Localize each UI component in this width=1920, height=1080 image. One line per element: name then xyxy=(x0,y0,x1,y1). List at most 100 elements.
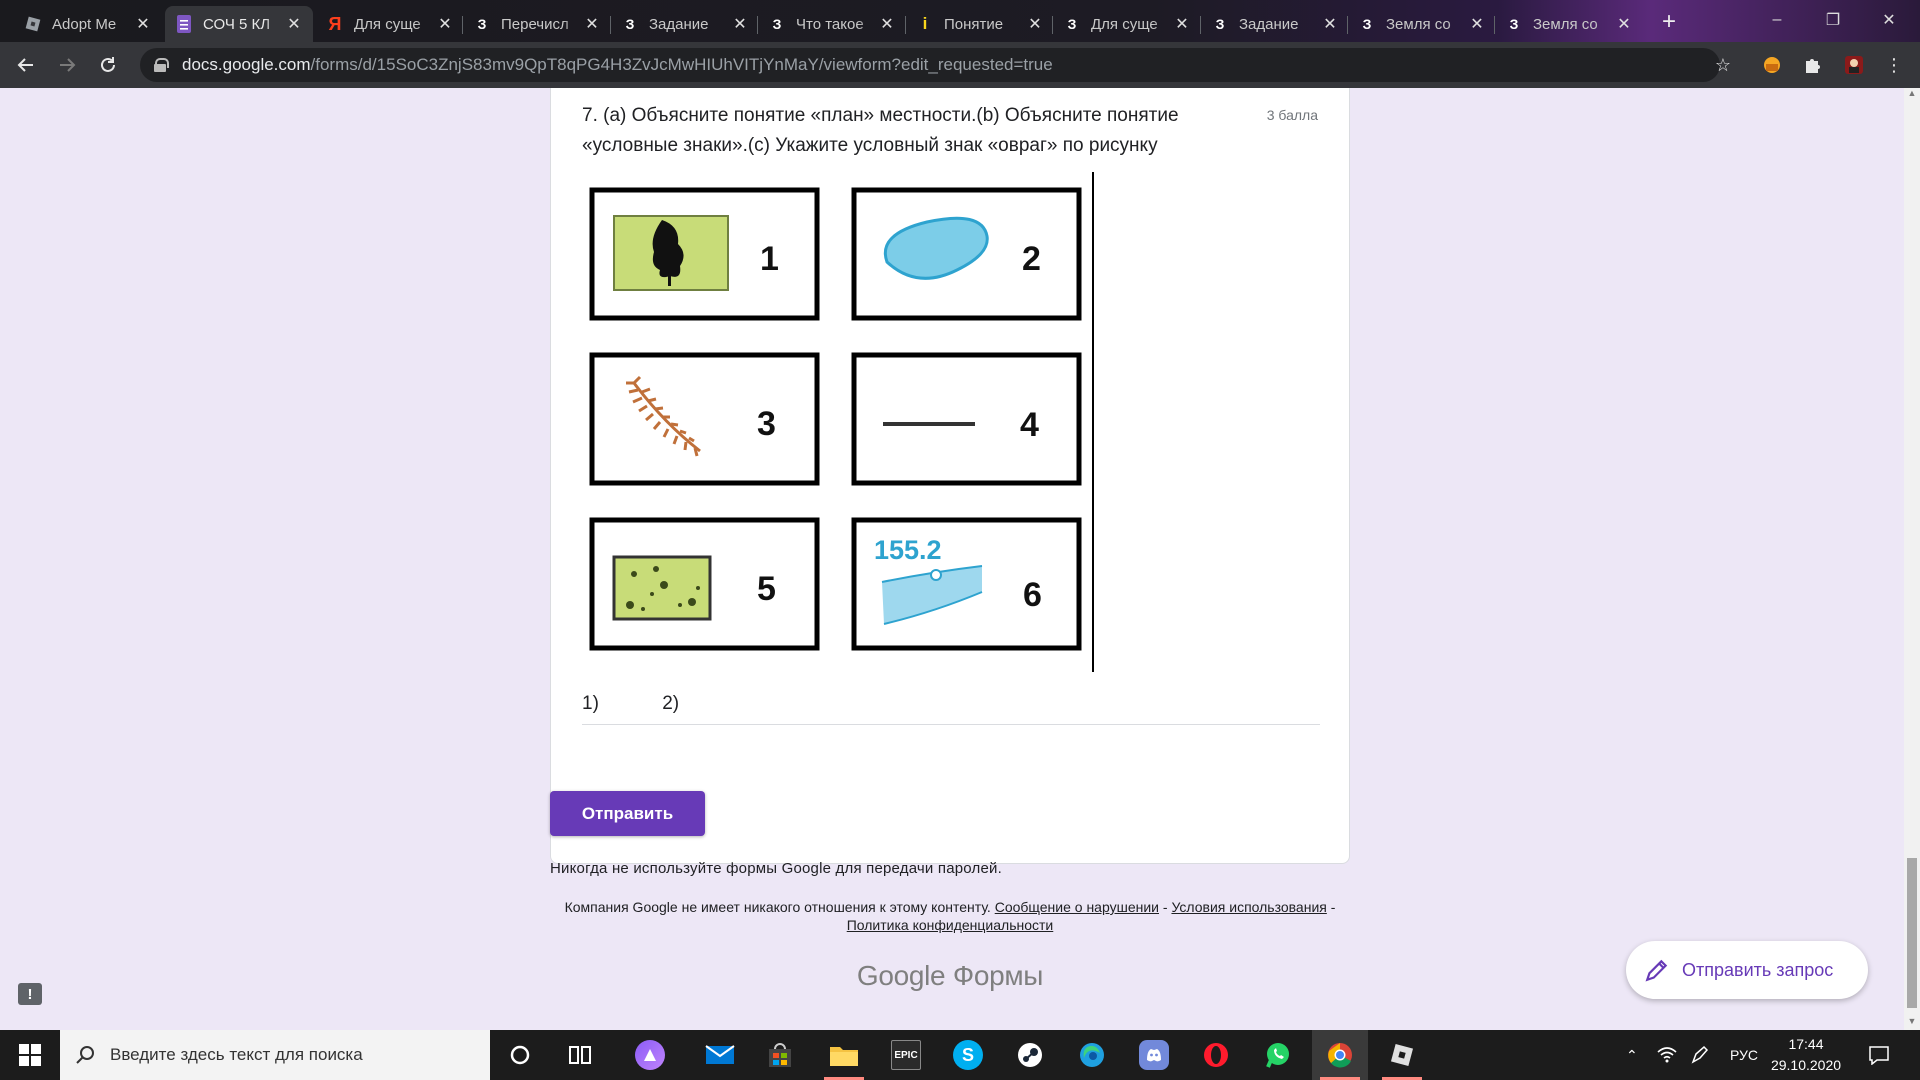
tab-title: Задание xyxy=(649,15,709,33)
start-button[interactable] xyxy=(0,1030,60,1080)
search-placeholder: Введите здесь текст для поиска xyxy=(110,1045,363,1064)
znanija-icon: З xyxy=(1067,16,1077,32)
pen-workspace-icon[interactable] xyxy=(1690,1030,1710,1080)
tab-title: Для суще xyxy=(1091,15,1158,33)
close-icon[interactable]: ✕ xyxy=(134,14,152,34)
chrome-icon[interactable] xyxy=(1312,1030,1368,1080)
tab-info[interactable]: i Понятие ✕ xyxy=(906,6,1054,42)
forward-button[interactable] xyxy=(53,51,81,79)
network-icon[interactable] xyxy=(1656,1030,1678,1080)
znanija-icon: З xyxy=(1215,16,1225,32)
restore-button[interactable]: ❐ xyxy=(1806,0,1860,40)
report-abuse-link[interactable]: Сообщение о нарушении xyxy=(995,899,1159,915)
tab-title: Земля со xyxy=(1386,15,1451,33)
yandex-icon: Я xyxy=(328,13,342,34)
tab-znanija-7[interactable]: З Земля со ✕ xyxy=(1495,6,1643,42)
edge-icon[interactable] xyxy=(1064,1030,1120,1080)
store-icon[interactable] xyxy=(752,1030,808,1080)
windows-logo-icon xyxy=(19,1044,41,1066)
google-disclaimer: Компания Google не имеет никакого отноше… xyxy=(560,898,1340,934)
tab-znanija-6[interactable]: З Земля со ✕ xyxy=(1348,6,1496,42)
figure-item-number: 2 xyxy=(1022,240,1041,278)
road-line-sign-icon xyxy=(883,422,975,426)
roblox-studio-icon[interactable] xyxy=(1374,1030,1430,1080)
close-icon[interactable]: ✕ xyxy=(731,14,749,34)
submit-button[interactable]: Отправить xyxy=(550,791,705,836)
feedback-label: Отправить запрос xyxy=(1682,959,1834,980)
input-language[interactable]: РУС xyxy=(1730,1030,1758,1080)
notifications-icon[interactable] xyxy=(1868,1030,1890,1080)
whatsapp-icon[interactable] xyxy=(1250,1030,1306,1080)
close-icon[interactable]: ✕ xyxy=(1026,14,1044,34)
znanija-icon: З xyxy=(1362,16,1372,32)
reload-button[interactable] xyxy=(94,51,122,79)
tab-znanija-1[interactable]: З Перечисл ✕ xyxy=(463,6,611,42)
scroll-up-arrow-icon[interactable]: ▲ xyxy=(1904,88,1920,102)
close-icon[interactable]: ✕ xyxy=(878,14,896,34)
map-symbols-image: 1 2 3 4 5 155.2 6 xyxy=(589,187,1082,651)
close-icon[interactable]: ✕ xyxy=(285,14,303,34)
tab-title: СОЧ 5 КЛ xyxy=(203,15,271,33)
form-page: 7. (а) Объясните понятие «план» местност… xyxy=(0,88,1904,1030)
report-problem-icon[interactable]: ! xyxy=(18,983,42,1005)
back-button[interactable] xyxy=(12,51,40,79)
new-tab-button[interactable]: + xyxy=(1655,8,1683,36)
close-icon[interactable]: ✕ xyxy=(1615,14,1633,34)
minimize-button[interactable]: – xyxy=(1750,0,1804,40)
elevation-label: 155.2 xyxy=(874,535,942,565)
google-forms-logo[interactable]: Google Формы xyxy=(550,960,1350,992)
tab-soch-form[interactable]: СОЧ 5 КЛ ✕ xyxy=(165,6,313,42)
steam-icon[interactable] xyxy=(1002,1030,1058,1080)
tab-znanija-3[interactable]: З Что такое ✕ xyxy=(758,6,906,42)
figure-divider xyxy=(1092,172,1094,672)
close-icon[interactable]: ✕ xyxy=(583,14,601,34)
profile-avatar-icon[interactable] xyxy=(1840,51,1868,79)
tab-yandex[interactable]: Я Для суще ✕ xyxy=(316,6,464,42)
mail-icon[interactable] xyxy=(692,1030,748,1080)
taskbar-search[interactable]: Введите здесь текст для поиска xyxy=(60,1030,490,1080)
extension-avatar-icon[interactable] xyxy=(1758,51,1786,79)
tab-znanija-4[interactable]: З Для суще ✕ xyxy=(1053,6,1201,42)
pencil-icon xyxy=(1645,959,1668,982)
cortana-icon[interactable] xyxy=(492,1030,548,1080)
address-bar[interactable]: docs.google.com/forms/d/15SoC3ZnjS83mv9Q… xyxy=(140,48,1720,82)
taskbar-clock[interactable]: 17:44 29.10.2020 xyxy=(1766,1034,1846,1076)
figure-item-number: 5 xyxy=(757,570,776,608)
opera-icon[interactable] xyxy=(1188,1030,1244,1080)
tab-title: Что такое xyxy=(796,15,864,33)
close-icon[interactable]: ✕ xyxy=(1173,14,1191,34)
page-scrollbar[interactable]: ▲ ▼ xyxy=(1904,88,1920,1030)
epic-games-icon[interactable]: EPIC xyxy=(878,1030,934,1080)
tab-znanija-2[interactable]: З Задание ✕ xyxy=(611,6,759,42)
tab-title: Перечисл xyxy=(501,15,569,33)
roblox-icon xyxy=(24,15,42,33)
tab-adopt-me[interactable]: Adopt Me ✕ xyxy=(14,6,162,42)
terms-link[interactable]: Условия использования xyxy=(1171,899,1326,915)
close-icon[interactable]: ✕ xyxy=(436,14,454,34)
privacy-link[interactable]: Политика конфиденциальности xyxy=(847,917,1054,933)
question-points: 3 балла xyxy=(1266,107,1318,123)
discord-icon[interactable] xyxy=(1126,1030,1182,1080)
skype-icon[interactable]: S xyxy=(940,1030,996,1080)
clock-date: 29.10.2020 xyxy=(1770,1057,1842,1073)
show-hidden-icons-icon[interactable]: ⌃ xyxy=(1626,1030,1638,1080)
figure-item-number: 6 xyxy=(1023,576,1042,614)
bookmark-star-icon[interactable]: ☆ xyxy=(1709,51,1737,79)
tab-znanija-5[interactable]: З Задание ✕ xyxy=(1201,6,1349,42)
close-window-button[interactable]: ✕ xyxy=(1862,0,1916,40)
google-forms-icon xyxy=(175,15,193,33)
feedback-request-button[interactable]: Отправить запрос xyxy=(1626,941,1868,999)
browser-toolbar: docs.google.com/forms/d/15SoC3ZnjS83mv9Q… xyxy=(0,42,1920,88)
close-icon[interactable]: ✕ xyxy=(1468,14,1486,34)
answer-input[interactable]: 1) 2) xyxy=(582,693,1320,725)
lock-icon xyxy=(154,58,169,72)
scroll-down-arrow-icon[interactable]: ▼ xyxy=(1904,1016,1920,1030)
scroll-thumb[interactable] xyxy=(1907,858,1917,1008)
alice-icon[interactable] xyxy=(622,1030,678,1080)
chrome-menu-icon[interactable]: ⋮ xyxy=(1880,51,1908,79)
close-icon[interactable]: ✕ xyxy=(1321,14,1339,34)
task-view-icon[interactable] xyxy=(552,1030,608,1080)
extensions-puzzle-icon[interactable] xyxy=(1799,51,1827,79)
tab-title: Задание xyxy=(1239,15,1299,33)
file-explorer-icon[interactable] xyxy=(816,1030,872,1080)
